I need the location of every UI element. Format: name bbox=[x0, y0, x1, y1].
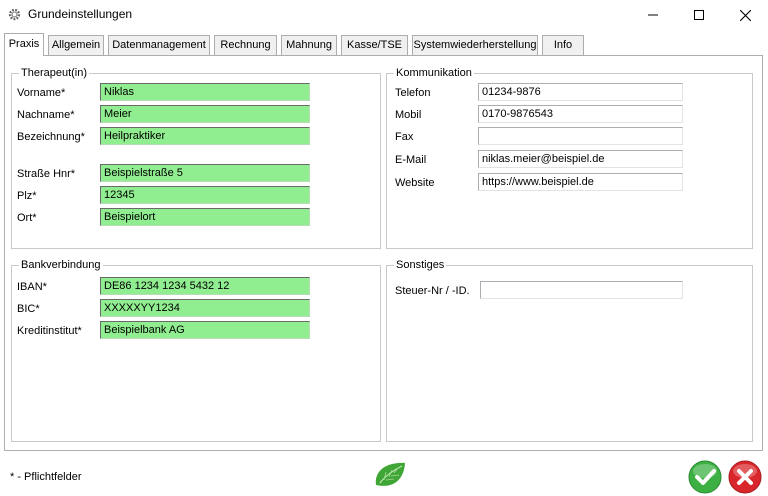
strasse-label: Straße Hnr* bbox=[17, 168, 76, 180]
minimize-button[interactable] bbox=[630, 0, 676, 30]
mobil-field[interactable]: 0170-9876543 bbox=[478, 105, 683, 123]
tab-datenmanagement[interactable]: Datenmanagement bbox=[108, 35, 210, 55]
tab-allgemein[interactable]: Allgemein bbox=[48, 35, 104, 55]
therapeut-legend: Therapeut(in) bbox=[19, 66, 90, 80]
title-bar: Grundeinstellungen bbox=[0, 0, 768, 30]
tab-rechnung[interactable]: Rechnung bbox=[214, 35, 277, 55]
tab-systemwiederherstellung[interactable]: Systemwiederherstellung bbox=[412, 35, 538, 55]
bic-label: BIC* bbox=[17, 303, 40, 315]
ok-button[interactable] bbox=[688, 460, 722, 494]
plz-field[interactable]: 12345 bbox=[100, 186, 310, 204]
nachname-field[interactable]: Meier bbox=[100, 105, 310, 123]
telefon-field[interactable]: 01234-9876 bbox=[478, 83, 683, 101]
iban-field[interactable]: DE86 1234 1234 5432 12 bbox=[100, 277, 310, 295]
strasse-field[interactable]: Beispielstraße 5 bbox=[100, 164, 310, 182]
tab-mahnung[interactable]: Mahnung bbox=[281, 35, 337, 55]
bezeichnung-label: Bezeichnung* bbox=[17, 131, 85, 143]
bezeichnung-field[interactable]: Heilpraktiker bbox=[100, 127, 310, 145]
mobil-label: Mobil bbox=[395, 109, 422, 121]
plz-label: Plz* bbox=[17, 190, 37, 202]
maximize-button[interactable] bbox=[676, 0, 722, 30]
ort-field[interactable]: Beispielort bbox=[100, 208, 310, 226]
maximize-icon bbox=[694, 10, 704, 20]
vorname-field[interactable]: Niklas bbox=[100, 83, 310, 101]
kommunikation-legend: Kommunikation bbox=[394, 66, 474, 80]
bic-field[interactable]: XXXXXYY1234 bbox=[100, 299, 310, 317]
required-fields-note: * - Pflichtfelder bbox=[10, 471, 82, 483]
cancel-button[interactable] bbox=[728, 460, 762, 494]
tab-praxis[interactable]: Praxis bbox=[4, 33, 44, 56]
nachname-label: Nachname* bbox=[17, 109, 75, 121]
window-title: Grundeinstellungen bbox=[28, 7, 133, 21]
minimize-icon bbox=[648, 14, 658, 16]
kreditinstitut-field[interactable]: Beispielbank AG bbox=[100, 321, 310, 339]
iban-label: IBAN* bbox=[17, 281, 47, 293]
close-button[interactable] bbox=[722, 0, 768, 30]
ort-label: Ort* bbox=[17, 212, 37, 224]
email-label: E-Mail bbox=[395, 154, 427, 166]
tab-info[interactable]: Info bbox=[542, 35, 584, 55]
gear-icon bbox=[8, 8, 21, 21]
fax-field[interactable] bbox=[478, 127, 683, 145]
sonstiges-legend: Sonstiges bbox=[394, 258, 447, 272]
bankverbindung-legend: Bankverbindung bbox=[19, 258, 103, 272]
telefon-label: Telefon bbox=[395, 87, 431, 99]
close-icon bbox=[739, 9, 751, 21]
website-label: Website bbox=[395, 177, 435, 189]
fax-label: Fax bbox=[395, 131, 414, 143]
steuer-field[interactable] bbox=[480, 281, 683, 299]
vorname-label: Vorname* bbox=[17, 87, 66, 99]
leaf-icon bbox=[375, 462, 405, 486]
email-field[interactable]: niklas.meier@beispiel.de bbox=[478, 150, 683, 168]
kreditinstitut-label: Kreditinstitut* bbox=[17, 325, 82, 337]
steuer-label: Steuer-Nr / -ID. bbox=[395, 285, 470, 297]
tab-kasse-tse[interactable]: Kasse/TSE bbox=[341, 35, 408, 55]
website-field[interactable]: https://www.beispiel.de bbox=[478, 173, 683, 191]
